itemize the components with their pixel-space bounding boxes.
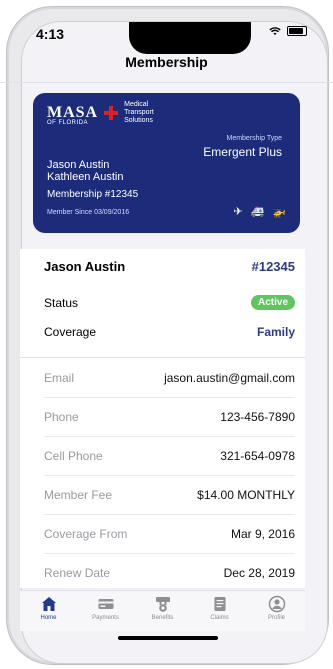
status-row: Status Active bbox=[44, 295, 295, 310]
card-name-1: Jason Austin bbox=[47, 159, 110, 171]
membership-type-value: Emergent Plus bbox=[203, 145, 282, 159]
detail-row: Coverage From Mar 9, 2016 bbox=[44, 514, 295, 554]
benefits-icon bbox=[155, 597, 170, 612]
card-member-names: Jason Austin Kathleen Austin bbox=[47, 159, 123, 183]
tab-home[interactable]: Home bbox=[21, 591, 77, 631]
detail-row: Email jason.austin@gmail.com bbox=[44, 358, 295, 398]
tab-claims[interactable]: Claims bbox=[192, 591, 248, 631]
detail-row: Cell Phone 321-654-0978 bbox=[44, 436, 295, 476]
nav-divider bbox=[0, 82, 333, 83]
detail-label: Cell Phone bbox=[44, 448, 103, 463]
membership-card[interactable]: MASA Medical Transport Solutions OF FLOR… bbox=[33, 93, 300, 233]
company-name: Medical Transport Solutions bbox=[124, 101, 154, 124]
tab-payments[interactable]: Payments bbox=[78, 591, 134, 631]
tab-profile[interactable]: Profile bbox=[249, 591, 305, 631]
profile-icon bbox=[268, 595, 285, 613]
status-badge: Active bbox=[250, 295, 295, 310]
status-label: Status bbox=[44, 295, 79, 310]
plane-icon: ✈ bbox=[233, 206, 243, 218]
detail-value: Dec 28, 2019 bbox=[223, 565, 295, 580]
card-service-icons: ✈ 🚑 🚁 bbox=[233, 205, 286, 218]
detail-value: $14.00 MONTHLY bbox=[197, 487, 295, 502]
status-time: 4:13 bbox=[36, 26, 65, 42]
detail-label: Coverage From bbox=[44, 526, 128, 541]
detail-row: Phone 123-456-7890 bbox=[44, 397, 295, 437]
home-icon bbox=[41, 597, 56, 611]
tab-label: Profile bbox=[267, 615, 285, 621]
card-member-since: Member Since 03/09/2016 bbox=[47, 209, 130, 216]
member-summary: Jason Austin #12345 Status Active Covera… bbox=[20, 249, 305, 357]
tab-label: Home bbox=[40, 615, 57, 621]
detail-label: Email bbox=[44, 370, 75, 385]
detail-value: 123-456-7890 bbox=[220, 409, 295, 424]
tab-label: Benefits bbox=[151, 615, 174, 621]
battery-icon bbox=[287, 26, 307, 36]
helicopter-icon: 🚁 bbox=[272, 206, 286, 218]
coverage-label: Coverage bbox=[44, 325, 97, 339]
home-indicator[interactable] bbox=[118, 636, 218, 640]
membership-type-label: Membership Type bbox=[226, 135, 282, 142]
card-name-2: Kathleen Austin bbox=[47, 171, 124, 183]
card-membership-number: Membership #12345 bbox=[47, 189, 139, 200]
detail-label: Member Fee bbox=[44, 487, 113, 502]
notch bbox=[129, 22, 251, 54]
detail-row: Renew Date Dec 28, 2019 bbox=[44, 553, 295, 592]
tab-label: Claims bbox=[210, 615, 229, 621]
tab-bar: Home Payments Benefits Claims Profile bbox=[20, 590, 305, 631]
coverage-row: Coverage Family bbox=[44, 325, 295, 339]
detail-value: jason.austin@gmail.com bbox=[164, 370, 295, 385]
member-details: Email jason.austin@gmail.com Phone 123-4… bbox=[20, 357, 305, 588]
detail-label: Phone bbox=[44, 409, 79, 424]
member-number: #12345 bbox=[251, 259, 295, 274]
brand-subtitle: OF FLORIDA bbox=[47, 120, 89, 126]
ambulance-icon: 🚑 bbox=[250, 206, 265, 218]
credit-card-icon bbox=[98, 599, 113, 609]
detail-label: Renew Date bbox=[44, 565, 111, 580]
wifi-icon bbox=[269, 26, 281, 35]
red-cross-icon bbox=[104, 106, 119, 120]
detail-value: Mar 9, 2016 bbox=[230, 526, 295, 541]
document-icon bbox=[214, 597, 225, 611]
coverage-value: Family bbox=[256, 325, 295, 339]
page-title: Membership bbox=[125, 54, 208, 70]
detail-row: Member Fee $14.00 MONTHLY bbox=[44, 475, 295, 515]
tab-label: Payments bbox=[92, 615, 119, 621]
member-name: Jason Austin bbox=[44, 259, 126, 274]
summary-name-row: Jason Austin #12345 bbox=[44, 259, 295, 274]
status-icons bbox=[269, 26, 307, 36]
detail-value: 321-654-0978 bbox=[220, 448, 295, 463]
tab-benefits[interactable]: Benefits bbox=[135, 591, 191, 631]
